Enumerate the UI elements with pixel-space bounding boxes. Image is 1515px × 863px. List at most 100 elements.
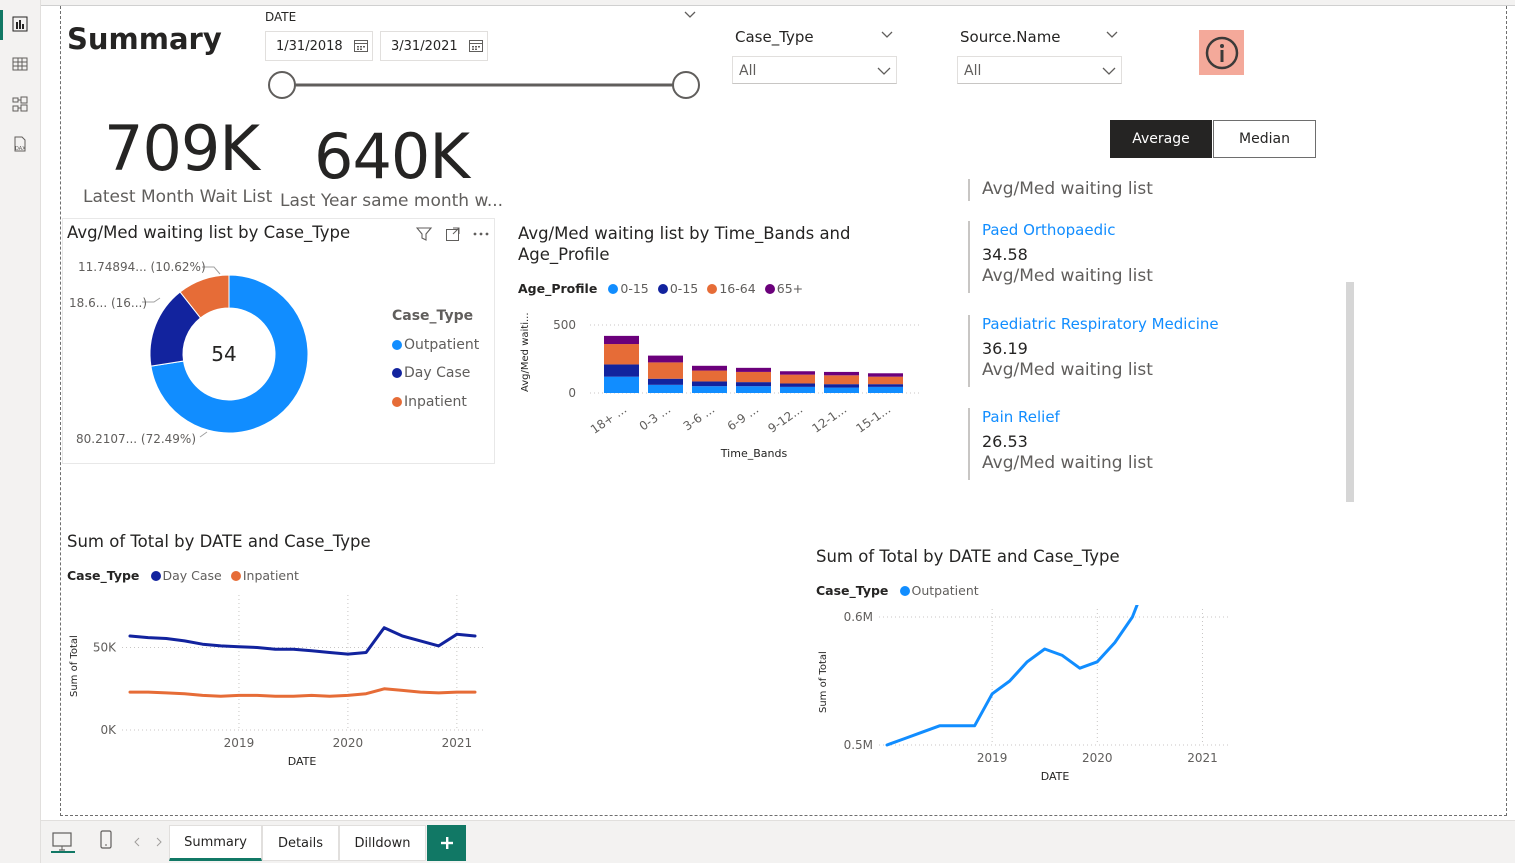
median-button[interactable]: Median xyxy=(1213,120,1316,158)
legend-label: Inpatient xyxy=(242,568,299,583)
focus-mode-icon[interactable] xyxy=(445,226,461,242)
legend-label: 16-64 xyxy=(719,281,756,296)
data-view-icon[interactable] xyxy=(8,52,32,76)
more-options-icon[interactable] xyxy=(472,226,490,242)
card-value: 34.58 xyxy=(982,245,1028,264)
filter-icon[interactable] xyxy=(416,226,434,242)
bar-segment[interactable] xyxy=(868,376,903,385)
bar-segment[interactable] xyxy=(648,355,683,363)
bar-segment[interactable] xyxy=(604,344,639,365)
report-view-icon[interactable] xyxy=(8,12,32,36)
legend-item-age-16-64[interactable]: 16-64 xyxy=(707,281,756,296)
legend-item-age-0-15[interactable]: 0-15 xyxy=(608,281,649,296)
chevron-down-icon xyxy=(877,67,891,75)
bar-segment[interactable] xyxy=(648,378,683,385)
bar-segment[interactable] xyxy=(736,386,771,393)
stacked-legend: Age_Profile 0-15 0-15 16-64 65+ xyxy=(518,278,803,297)
page-title: Summary xyxy=(67,22,222,56)
legend-item-inpatient[interactable]: Inpatient xyxy=(230,568,299,583)
case-type-dropdown[interactable]: All xyxy=(732,56,897,84)
line2-chart-title: Sum of Total by DATE and Case_Type xyxy=(816,547,1120,566)
y-tick-label: 0K xyxy=(100,723,117,737)
bar-segment[interactable] xyxy=(824,384,859,388)
tab-dilldown[interactable]: Dilldown xyxy=(339,825,426,861)
bar-segment[interactable] xyxy=(868,373,903,377)
tab-label: Summary xyxy=(184,834,247,850)
add-page-button[interactable] xyxy=(427,825,466,861)
bar-segment[interactable] xyxy=(604,376,639,393)
bar-segment[interactable] xyxy=(692,365,727,371)
card-pain-relief: Pain Relief 26.53 Avg/Med waiting list xyxy=(968,408,1153,480)
mobile-layout-icon[interactable] xyxy=(99,829,113,851)
date-range-slider[interactable] xyxy=(264,68,704,102)
x-tick-label: 9-12... xyxy=(765,402,805,436)
line2-chart: Sum of Total DATE 2019 2020 2021 0.6M 0.5M xyxy=(818,605,1228,783)
case-type-value: All xyxy=(739,63,757,79)
bar-segment[interactable] xyxy=(648,362,683,379)
chevron-down-icon[interactable] xyxy=(683,10,697,20)
scroll-left-icon[interactable] xyxy=(133,837,141,847)
chevron-down-icon xyxy=(1102,67,1116,75)
slider-end-handle[interactable] xyxy=(672,71,700,99)
legend-item-age-0-15-b[interactable]: 0-15 xyxy=(657,281,698,296)
slider-start-handle[interactable] xyxy=(268,71,296,99)
bar-segment[interactable] xyxy=(780,386,815,393)
bar-segment[interactable] xyxy=(824,387,859,393)
legend-item-outpatient[interactable]: Outpatient xyxy=(392,331,479,360)
cards-scrollbar[interactable] xyxy=(1346,282,1354,502)
legend-item-daycase[interactable]: Day Case xyxy=(150,568,222,583)
card-label: Avg/Med waiting list xyxy=(982,266,1153,286)
card-paediatric-respiratory: Paediatric Respiratory Medicine 36.19 Av… xyxy=(968,315,1219,387)
bar-segment[interactable] xyxy=(868,386,903,393)
desktop-layout-icon[interactable] xyxy=(51,831,75,853)
bar-segment[interactable] xyxy=(736,371,771,383)
bar-segment[interactable] xyxy=(824,375,859,385)
card-paed-orthopaedic: Paed Orthopaedic 34.58 Avg/Med waiting l… xyxy=(968,221,1153,293)
line-day-case[interactable] xyxy=(128,626,477,656)
end-date-input[interactable]: 3/31/2021 xyxy=(380,31,488,61)
legend-label: Outpatient xyxy=(404,336,480,353)
bar-segment[interactable] xyxy=(604,335,639,345)
bar-segment[interactable] xyxy=(692,381,727,387)
chevron-down-icon[interactable] xyxy=(880,30,894,40)
y-tick-label: 0.5M xyxy=(844,738,873,752)
calendar-icon[interactable] xyxy=(354,39,368,52)
bar-segment[interactable] xyxy=(780,374,815,384)
bar-segment[interactable] xyxy=(868,384,903,387)
legend-item-outpatient[interactable]: Outpatient xyxy=(899,583,979,598)
bar-segment[interactable] xyxy=(648,384,683,393)
line-outpatient[interactable] xyxy=(885,605,1220,747)
bar-segment[interactable] xyxy=(824,371,859,376)
donut-legend: Case_Type Outpatient Day Case Inpatient xyxy=(392,302,479,416)
bar-segment[interactable] xyxy=(736,367,771,372)
legend-item-daycase[interactable]: Day Case xyxy=(392,359,479,388)
legend-item-inpatient[interactable]: Inpatient xyxy=(392,388,479,417)
donut-chart-title: Avg/Med waiting list by Case_Type xyxy=(67,223,351,242)
dax-query-icon[interactable]: DAX xyxy=(8,132,32,156)
bar-segment[interactable] xyxy=(692,370,727,382)
start-date-input[interactable]: 1/31/2018 xyxy=(265,31,373,61)
tab-details[interactable]: Details xyxy=(262,825,339,861)
model-view-icon[interactable] xyxy=(8,92,32,116)
svg-text:DAX: DAX xyxy=(15,146,26,152)
average-button[interactable]: Average xyxy=(1110,120,1212,158)
tab-summary[interactable]: Summary xyxy=(169,825,262,861)
bar-segment[interactable] xyxy=(780,383,815,387)
bar-segment[interactable] xyxy=(692,386,727,393)
source-name-dropdown[interactable]: All xyxy=(957,56,1122,84)
chevron-down-icon[interactable] xyxy=(1105,30,1119,40)
line1-chart-title: Sum of Total by DATE and Case_Type xyxy=(67,532,371,551)
case-type-slicer-title: Case_Type xyxy=(735,28,814,46)
card-title: Paed Orthopaedic xyxy=(982,221,1116,239)
bar-segment[interactable] xyxy=(780,371,815,375)
legend-item-age-65plus[interactable]: 65+ xyxy=(764,281,803,296)
bar-segment[interactable] xyxy=(736,382,771,387)
calendar-icon[interactable] xyxy=(469,39,483,52)
x-tick-label: 18+ ... xyxy=(588,402,629,437)
legend-dot xyxy=(392,396,402,407)
bar-segment[interactable] xyxy=(604,364,639,377)
legend-dot xyxy=(899,586,910,596)
line-inpatient[interactable] xyxy=(128,687,477,698)
info-button[interactable] xyxy=(1199,30,1244,75)
scroll-right-icon[interactable] xyxy=(155,837,163,847)
